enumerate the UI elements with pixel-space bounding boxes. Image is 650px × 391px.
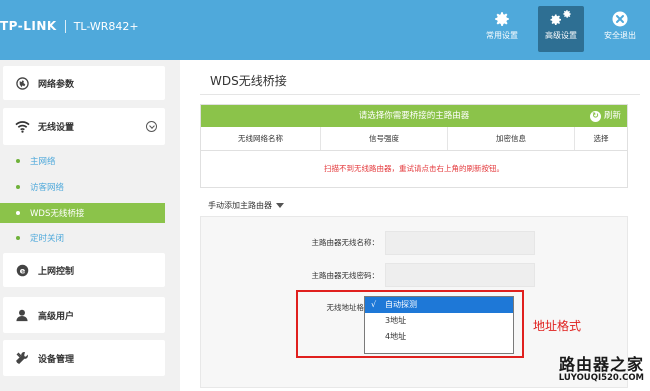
- caret-down-icon: [276, 203, 284, 208]
- top-header: TP-LINK TL-WR842+ 常用设置 高级设置 安全退出: [0, 0, 650, 60]
- bullet-icon: [16, 236, 20, 240]
- gear-icon: [495, 12, 509, 26]
- common-settings-button[interactable]: 常用设置: [479, 6, 525, 52]
- scan-table-title: 请选择你需要桥接的主路由器: [358, 111, 470, 121]
- sidebar-subitem-label: 访客网络: [30, 183, 65, 193]
- watermark-url: LUYOUQI520.COM: [558, 373, 644, 383]
- password-label: 主路由器无线密码：: [311, 271, 380, 280]
- sidebar-item-label: 高级用户: [38, 311, 75, 322]
- globe-icon: [14, 75, 30, 91]
- refresh-button[interactable]: ↻ 刷新: [589, 105, 621, 127]
- ssid-label: 主路由器无线名称：: [311, 238, 380, 247]
- logout-button[interactable]: 安全退出: [597, 6, 643, 52]
- sidebar-item-device-mgmt[interactable]: 设备管理: [3, 340, 165, 376]
- sidebar-subitem-label: 主网络: [30, 157, 56, 167]
- password-input[interactable]: [385, 263, 535, 287]
- column-header-ssid: 无线网络名称: [201, 127, 321, 150]
- sidebar-subitem-label: 定时关闭: [30, 234, 65, 244]
- watermark-title: 路由器之家: [558, 355, 644, 374]
- scan-table-header: 请选择你需要桥接的主路由器 ↻ 刷新: [201, 105, 627, 127]
- advanced-settings-label: 高级设置: [545, 31, 577, 40]
- brand-divider: [64, 19, 66, 33]
- logout-label: 安全退出: [604, 31, 636, 40]
- sidebar-item-internet-control[interactable]: e 上网控制: [3, 253, 165, 287]
- sidebar-subitem-label: WDS无线桥接: [30, 209, 85, 219]
- sidebar-subitem-timed-off[interactable]: 定时关闭: [0, 228, 165, 248]
- user-icon: [14, 307, 30, 323]
- common-settings-label: 常用设置: [486, 31, 518, 40]
- refresh-icon: ↻: [589, 110, 601, 122]
- close-icon: [612, 11, 628, 27]
- tools-icon: [14, 350, 30, 366]
- bullet-icon: [16, 211, 20, 215]
- refresh-label: 刷新: [603, 111, 621, 121]
- sidebar-subitem-main-network[interactable]: 主网络: [0, 151, 165, 171]
- scan-table: 请选择你需要桥接的主路由器 ↻ 刷新 无线网络名称 信号强度 加密信息 选择 扫…: [200, 104, 628, 188]
- column-header-signal: 信号强度: [321, 127, 448, 150]
- model-name: TL-WR842+: [73, 19, 139, 33]
- title-divider: [200, 94, 640, 95]
- sidebar-subitem-wds-bridge[interactable]: WDS无线桥接: [0, 203, 165, 223]
- table-header-row: 无线网络名称 信号强度 加密信息 选择: [201, 127, 627, 151]
- bullet-icon: [16, 159, 20, 163]
- wifi-icon: [14, 119, 30, 135]
- svg-text:e: e: [19, 265, 25, 275]
- sidebar-item-network-params[interactable]: 网络参数: [3, 66, 165, 100]
- sidebar: 网络参数 无线设置 主网络 访客网络 WDS无线桥接 定时关闭 e 上网控制 高…: [0, 60, 180, 391]
- manual-add-toggle[interactable]: 手动添加主路由器: [208, 200, 284, 211]
- empty-scan-message: 扫描不到无线路由器，重试请点击右上角的刷新按钮。: [324, 164, 504, 173]
- brand-logo: TP-LINK: [0, 19, 57, 33]
- sidebar-item-wireless[interactable]: 无线设置: [3, 108, 165, 145]
- chevron-down-icon[interactable]: [146, 121, 157, 132]
- manual-add-label: 手动添加主路由器: [208, 201, 272, 210]
- sidebar-item-label: 无线设置: [38, 123, 75, 133]
- gears-icon: [550, 10, 571, 25]
- page-title: WDS无线桥接: [210, 74, 287, 88]
- ssid-input[interactable]: [385, 231, 535, 255]
- brand: TP-LINK TL-WR842+: [0, 16, 139, 36]
- annotation-highlight-box: [296, 290, 524, 358]
- sidebar-item-label: 网络参数: [38, 79, 75, 90]
- column-header-encryption: 加密信息: [448, 127, 575, 150]
- bullet-icon: [16, 185, 20, 189]
- sidebar-item-label: 上网控制: [38, 266, 75, 277]
- annotation-label: 地址格式: [533, 319, 582, 333]
- sidebar-subitem-guest-network[interactable]: 访客网络: [0, 177, 165, 197]
- internet-control-icon: e: [14, 262, 30, 278]
- advanced-settings-button[interactable]: 高级设置: [538, 6, 584, 52]
- sidebar-item-label: 设备管理: [38, 354, 75, 365]
- column-header-select: 选择: [593, 134, 609, 143]
- sidebar-item-advanced-users[interactable]: 高级用户: [3, 297, 165, 333]
- watermark: 路由器之家 LUYOUQI520.COM: [520, 347, 648, 389]
